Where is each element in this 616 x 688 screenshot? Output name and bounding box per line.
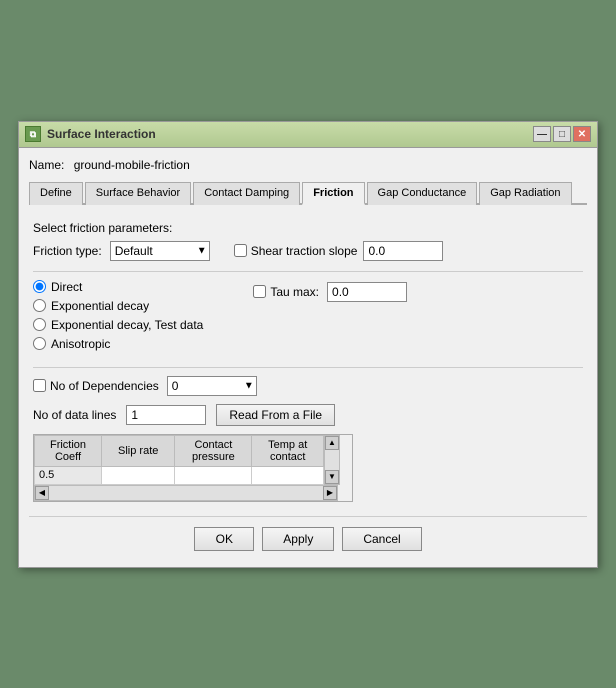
cancel-button[interactable]: Cancel bbox=[342, 527, 421, 551]
cell-temp-at-contact[interactable] bbox=[252, 466, 324, 484]
scroll-corner bbox=[338, 485, 353, 501]
tab-gap-conductance[interactable]: Gap Conductance bbox=[367, 182, 478, 205]
shear-traction-row: Shear traction slope bbox=[234, 241, 444, 261]
shear-traction-input[interactable] bbox=[363, 241, 443, 261]
scroll-up-button[interactable]: ▲ bbox=[325, 436, 339, 450]
radio-exp-decay-test-input[interactable] bbox=[33, 318, 46, 331]
scroll-down-button[interactable]: ▼ bbox=[325, 470, 339, 484]
tab-gap-radiation[interactable]: Gap Radiation bbox=[479, 182, 571, 205]
radio-anisotropic[interactable]: Anisotropic bbox=[33, 337, 203, 351]
tau-max-label: Tau max: bbox=[270, 285, 319, 299]
scroll-right-button[interactable]: ▶ bbox=[323, 486, 337, 500]
friction-type-label: Friction type: bbox=[33, 244, 102, 258]
tab-content: Select friction parameters: Friction typ… bbox=[29, 215, 587, 508]
no-deps-label: No of Dependencies bbox=[50, 379, 159, 393]
window-icon: ⧉ bbox=[25, 126, 41, 142]
col-contact-pressure: Contactpressure bbox=[175, 435, 252, 466]
close-button[interactable]: ✕ bbox=[573, 126, 591, 142]
radio-anisotropic-label: Anisotropic bbox=[51, 337, 110, 351]
table-bottom-scroll: ◀ ▶ bbox=[34, 485, 353, 501]
table-header-row: FrictionCoeff Slip rate Contactpressure … bbox=[35, 435, 324, 466]
shear-traction-label: Shear traction slope bbox=[251, 244, 358, 258]
dependencies-row: No of Dependencies 0 1 2 3 ▼ bbox=[33, 376, 583, 396]
tab-surface-behavior[interactable]: Surface Behavior bbox=[85, 182, 191, 205]
no-deps-checkbox[interactable] bbox=[33, 379, 46, 392]
data-lines-row: No of data lines Read From a File bbox=[33, 404, 583, 426]
section-label: Select friction parameters: bbox=[33, 221, 583, 235]
tau-max-checkbox[interactable] bbox=[253, 285, 266, 298]
cell-contact-pressure[interactable] bbox=[175, 466, 252, 484]
friction-table: FrictionCoeff Slip rate Contactpressure … bbox=[34, 435, 324, 485]
footer-buttons: OK Apply Cancel bbox=[29, 516, 587, 557]
main-window: ⧉ Surface Interaction — □ ✕ Name: ground… bbox=[18, 121, 598, 568]
title-bar: ⧉ Surface Interaction — □ ✕ bbox=[19, 122, 597, 148]
radio-anisotropic-input[interactable] bbox=[33, 337, 46, 350]
cell-slip-rate[interactable] bbox=[102, 466, 175, 484]
ok-button[interactable]: OK bbox=[194, 527, 254, 551]
name-label: Name: bbox=[29, 158, 64, 172]
friction-type-row: Friction type: Default Lagrange Penalty … bbox=[33, 241, 583, 261]
cell-friction-coeff[interactable]: 0.5 bbox=[35, 466, 102, 484]
radio-col: Direct Exponential decay Exponential dec… bbox=[33, 280, 203, 359]
radio-exp-decay[interactable]: Exponential decay bbox=[33, 299, 203, 313]
friction-type-select[interactable]: Default Lagrange Penalty bbox=[110, 241, 210, 261]
table-wrapper: FrictionCoeff Slip rate Contactpressure … bbox=[34, 435, 352, 485]
radio-direct-label: Direct bbox=[51, 280, 82, 294]
scroll-left-button[interactable]: ◀ bbox=[35, 486, 49, 500]
maximize-button[interactable]: □ bbox=[553, 126, 571, 142]
data-lines-label: No of data lines bbox=[33, 408, 116, 422]
shear-traction-checkbox[interactable] bbox=[234, 244, 247, 257]
name-value: ground-mobile-friction bbox=[74, 158, 190, 172]
radio-tau-section: Direct Exponential decay Exponential dec… bbox=[33, 280, 583, 359]
radio-group: Direct Exponential decay Exponential dec… bbox=[33, 280, 203, 351]
read-from-file-button[interactable]: Read From a File bbox=[216, 404, 335, 426]
table-row: 0.5 bbox=[35, 466, 324, 484]
radio-exp-decay-test[interactable]: Exponential decay, Test data bbox=[33, 318, 203, 332]
radio-exp-decay-label: Exponential decay bbox=[51, 299, 149, 313]
no-deps-select[interactable]: 0 1 2 3 bbox=[167, 376, 257, 396]
data-lines-input[interactable] bbox=[126, 405, 206, 425]
friction-type-select-wrapper: Default Lagrange Penalty ▼ bbox=[110, 241, 210, 261]
data-table-container: FrictionCoeff Slip rate Contactpressure … bbox=[33, 434, 353, 502]
name-row: Name: ground-mobile-friction bbox=[29, 158, 587, 172]
table-scrollbar-horizontal[interactable]: ◀ ▶ bbox=[34, 485, 338, 501]
shear-traction-checkbox-label: Shear traction slope bbox=[234, 244, 358, 258]
col-friction-coeff: FrictionCoeff bbox=[35, 435, 102, 466]
tab-friction[interactable]: Friction bbox=[302, 182, 364, 205]
window-title: Surface Interaction bbox=[47, 127, 533, 141]
tab-define[interactable]: Define bbox=[29, 182, 83, 205]
tau-max-row: Tau max: bbox=[253, 282, 407, 302]
divider-1 bbox=[33, 271, 583, 272]
no-deps-checkbox-label: No of Dependencies bbox=[33, 379, 159, 393]
no-deps-select-wrapper: 0 1 2 3 ▼ bbox=[167, 376, 257, 396]
radio-direct-input[interactable] bbox=[33, 280, 46, 293]
window-body: Name: ground-mobile-friction Define Surf… bbox=[19, 148, 597, 567]
table-scrollbar-vertical[interactable]: ▲ ▼ bbox=[324, 435, 340, 485]
tau-max-checkbox-label: Tau max: bbox=[253, 285, 319, 299]
tab-contact-damping[interactable]: Contact Damping bbox=[193, 182, 300, 205]
table-section: FrictionCoeff Slip rate Contactpressure … bbox=[33, 434, 583, 502]
tab-bar: Define Surface Behavior Contact Damping … bbox=[29, 180, 587, 205]
radio-exp-decay-input[interactable] bbox=[33, 299, 46, 312]
col-slip-rate: Slip rate bbox=[102, 435, 175, 466]
radio-direct[interactable]: Direct bbox=[33, 280, 203, 294]
minimize-button[interactable]: — bbox=[533, 126, 551, 142]
col-temp-at-contact: Temp atcontact bbox=[252, 435, 324, 466]
tau-max-col: Tau max: bbox=[223, 280, 407, 359]
apply-button[interactable]: Apply bbox=[262, 527, 334, 551]
title-buttons: — □ ✕ bbox=[533, 126, 591, 142]
tau-max-input[interactable] bbox=[327, 282, 407, 302]
divider-2 bbox=[33, 367, 583, 368]
radio-exp-decay-test-label: Exponential decay, Test data bbox=[51, 318, 203, 332]
scroll-track bbox=[325, 450, 339, 470]
